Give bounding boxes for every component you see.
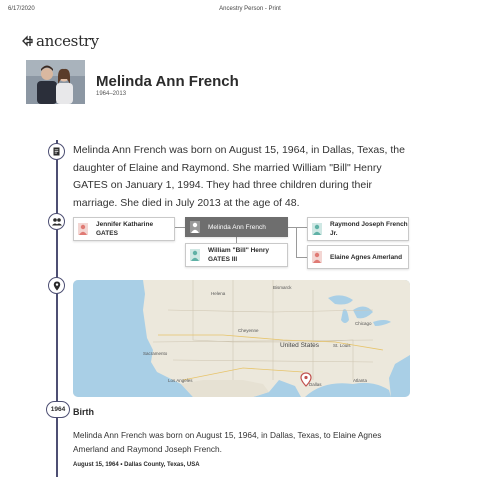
family-card-mother-name: Elaine Agnes Amerland — [330, 253, 403, 261]
logo-text: ancestry — [36, 32, 99, 50]
family-card-child-name: Jennifer Katharine GATES — [96, 221, 154, 237]
map-pin-icon — [53, 281, 60, 290]
event-date: August 15, 1964 — [73, 462, 119, 468]
female-person-icon — [78, 223, 88, 235]
family-connector — [296, 257, 307, 258]
map-label-bismarck: Bismarck — [273, 285, 292, 290]
map-label-dallas: Dallas — [309, 382, 322, 387]
family-connector — [288, 227, 307, 228]
timeline-year-badge: 1964 — [46, 401, 70, 418]
print-title: Ancestry Person - Print — [219, 6, 281, 12]
male-person-icon — [312, 223, 322, 235]
family-card-spouse[interactable]: William "Bill" Henry GATES III — [185, 243, 288, 267]
event-meta: August 15, 1964 • Dallas County, Texas, … — [73, 462, 200, 468]
female-person-icon — [312, 251, 322, 263]
female-person-icon — [190, 221, 200, 233]
map-label-helena: Helena — [211, 291, 226, 296]
timeline-node-location — [48, 277, 65, 294]
profile-photo — [26, 60, 85, 104]
map-label-cheyenne: Cheyenne — [238, 328, 259, 333]
family-card-self[interactable]: Melinda Ann French — [185, 217, 288, 237]
family-card-mother[interactable]: Elaine Agnes Amerland — [307, 245, 409, 269]
map-label-sacramento: Sacramento — [143, 351, 168, 356]
timeline-node-bio — [48, 143, 65, 160]
person-years: 1964–2013 — [96, 91, 127, 97]
event-description: Melinda Ann French was born on August 15… — [73, 430, 382, 454]
family-card-spouse-name: William "Bill" Henry GATES III — [208, 247, 270, 263]
family-card-father[interactable]: Raymond Joseph French Jr. — [307, 217, 409, 241]
biography-text: Melinda Ann French was born on August 15… — [73, 144, 405, 209]
map-label-country: United States — [280, 342, 320, 349]
ancestry-leaf-icon — [22, 35, 33, 47]
event-place: Dallas County, Texas, USA — [124, 462, 200, 468]
person-name: Melinda Ann French — [96, 73, 239, 90]
map-label-los-angeles: Los Angeles — [168, 378, 193, 383]
ancestry-logo[interactable]: ancestry — [21, 32, 99, 50]
male-person-icon — [190, 249, 200, 261]
map-label-atlanta: Atlanta — [353, 378, 368, 383]
map-label-st-louis: St. Louis — [333, 343, 351, 348]
map-label-chicago: Chicago — [355, 321, 372, 326]
family-connector — [296, 227, 297, 257]
family-card-self-name: Melinda Ann French — [208, 223, 266, 231]
family-icon — [51, 218, 62, 226]
family-card-father-name: Raymond Joseph French Jr. — [330, 221, 408, 237]
timeline-line — [56, 140, 58, 477]
family-card-child[interactable]: Jennifer Katharine GATES — [73, 217, 175, 241]
family-connector — [175, 227, 185, 228]
document-icon — [53, 147, 60, 156]
timeline-node-family — [48, 213, 65, 230]
location-map[interactable]: Helena Bismarck Cheyenne Sacramento Los … — [73, 280, 410, 397]
event-title: Birth — [73, 407, 94, 417]
